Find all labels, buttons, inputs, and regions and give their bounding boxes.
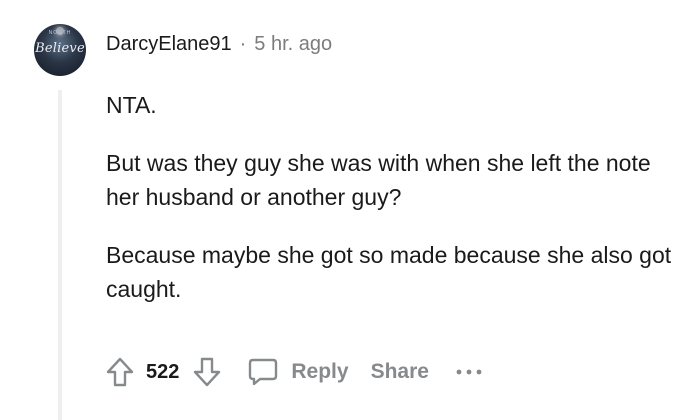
share-button[interactable]: Share xyxy=(371,360,429,384)
meta-separator: · xyxy=(239,33,247,55)
avatar[interactable]: NORTH Believe xyxy=(34,24,86,76)
thread-line[interactable] xyxy=(58,90,62,420)
comment-paragraph: But was they guy she was with when she l… xyxy=(106,150,651,210)
avatar-small-text: NORTH xyxy=(48,30,72,36)
downvote-icon[interactable] xyxy=(189,354,225,390)
speech-bubble-icon[interactable] xyxy=(245,354,281,390)
comment-paragraph: Because maybe she got so made because sh… xyxy=(106,242,672,302)
comment-meta: DarcyElane91 · 5 hr. ago xyxy=(106,33,332,56)
vote-score: 522 xyxy=(146,360,180,383)
reply-button[interactable]: Reply xyxy=(291,360,348,384)
comment: NORTH Believe DarcyElane91 · 5 hr. ago N… xyxy=(0,0,700,420)
comment-paragraph: NTA. xyxy=(106,92,157,118)
timestamp[interactable]: 5 hr. ago xyxy=(254,33,332,56)
comment-actions: 522 Reply Share xyxy=(102,352,483,392)
avatar-text: Believe xyxy=(35,41,85,56)
ellipsis-icon[interactable] xyxy=(455,362,483,382)
username-link[interactable]: DarcyElane91 xyxy=(106,33,232,56)
upvote-icon[interactable] xyxy=(102,354,138,390)
comment-body: NTA. But was they guy she was with when … xyxy=(106,88,686,330)
